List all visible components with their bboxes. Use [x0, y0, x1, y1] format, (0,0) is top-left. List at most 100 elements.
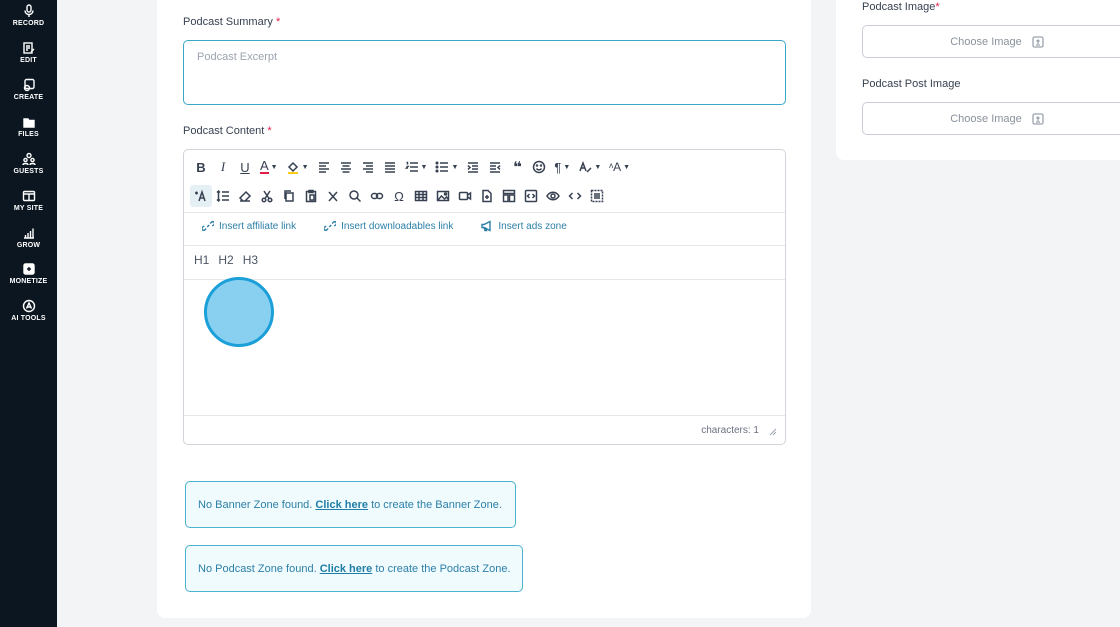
paragraph-icon: ¶ — [554, 159, 562, 175]
eraser-button[interactable] — [234, 185, 256, 207]
insert-affiliate-label: Insert affiliate link — [219, 220, 297, 232]
text-case-button[interactable]: ᶺA ▼ — [605, 156, 634, 178]
bullet-list-button[interactable]: ▼ — [431, 156, 462, 178]
line-height-icon — [216, 189, 229, 203]
podcast-notice-suffix: to create the Podcast Zone. — [375, 562, 511, 575]
copy-button[interactable] — [278, 185, 300, 207]
sidebar-item-files[interactable]: FILES — [0, 115, 57, 149]
paragraph-format-button[interactable]: ¶ ▼ — [550, 156, 574, 178]
link-button[interactable] — [366, 185, 388, 207]
find-button[interactable] — [344, 185, 366, 207]
h1-button[interactable]: H1 — [194, 253, 209, 267]
select-all-icon — [590, 189, 604, 203]
line-height-button[interactable] — [212, 185, 234, 207]
h3-button[interactable]: H3 — [243, 253, 258, 267]
embed-icon — [524, 189, 538, 203]
podcast-create-link[interactable]: Click here — [320, 563, 373, 575]
sidebar-item-monetize[interactable]: MONETIZE — [0, 262, 57, 296]
ordered-list-button[interactable]: ▼ — [401, 156, 432, 178]
align-justify-button[interactable] — [379, 156, 401, 178]
editor-content-area[interactable] — [184, 277, 785, 415]
bullet-list-icon — [435, 161, 449, 173]
outdent-button[interactable] — [484, 156, 506, 178]
resize-grip-icon[interactable] — [768, 427, 777, 436]
quote-button[interactable]: ❝ — [506, 156, 528, 178]
paste-button[interactable] — [300, 185, 322, 207]
content-label-text: Podcast Content — [183, 125, 265, 137]
insert-file-button[interactable] — [476, 185, 498, 207]
code-view-button[interactable] — [564, 185, 586, 207]
folder-icon — [22, 118, 35, 128]
image-button[interactable] — [432, 185, 454, 207]
special-char-button[interactable]: Ω — [388, 185, 410, 207]
sidebar-item-record[interactable]: RECORD — [0, 4, 57, 38]
status-divider — [184, 415, 785, 416]
font-color-icon: A — [260, 158, 269, 174]
video-icon — [458, 191, 472, 201]
podcast-image-label: Podcast Image* — [862, 1, 940, 13]
template-icon — [502, 189, 516, 203]
podcast-image-upload[interactable]: Choose Image — [862, 25, 1120, 58]
text-case-icon: ᶺA — [609, 160, 622, 174]
banner-notice-suffix: to create the Banner Zone. — [371, 498, 502, 511]
underline-button[interactable]: U — [234, 156, 256, 178]
highlight-color-button[interactable]: ▼ — [282, 156, 313, 178]
guests-icon — [21, 152, 36, 166]
font-size-icon — [579, 160, 592, 173]
create-icon — [23, 78, 35, 92]
sidebar-item-create[interactable]: CREATE — [0, 78, 57, 112]
sidebar-item-guests[interactable]: GUESTS — [0, 152, 57, 186]
omega-icon: Ω — [394, 188, 404, 204]
paste-icon — [305, 189, 317, 203]
summary-label: Podcast Summary * — [183, 16, 280, 28]
align-left-icon — [318, 162, 329, 173]
link-icon — [202, 221, 214, 231]
table-button[interactable] — [410, 185, 432, 207]
upload-icon — [1032, 112, 1044, 125]
banner-create-link[interactable]: Click here — [315, 499, 368, 511]
insert-ads-zone-button[interactable]: Insert ads zone — [481, 220, 567, 232]
choose-image-label: Choose Image — [950, 35, 1022, 48]
align-center-button[interactable] — [335, 156, 357, 178]
clear-format-active-button[interactable] — [190, 185, 212, 207]
sidebar-item-label: MY SITE — [13, 205, 44, 212]
ordered-list-icon — [404, 161, 418, 172]
align-right-button[interactable] — [357, 156, 379, 178]
template-button[interactable] — [498, 185, 520, 207]
sidebar-item-ai-tools[interactable]: AI TOOLS — [0, 299, 57, 333]
required-mark: * — [267, 125, 272, 137]
podcast-notice-text: No Podcast Zone found. — [198, 562, 317, 575]
select-all-button[interactable] — [586, 185, 608, 207]
font-color-button[interactable]: A ▼ — [256, 156, 282, 178]
bold-button[interactable]: B — [190, 156, 212, 178]
remove-format-button[interactable] — [322, 185, 344, 207]
h2-button[interactable]: H2 — [218, 253, 233, 267]
video-button[interactable] — [454, 185, 476, 207]
sidebar-item-label: EDIT — [20, 57, 37, 64]
sidebar-item-label: FILES — [18, 131, 39, 138]
podcast-post-image-upload[interactable]: Choose Image — [862, 102, 1120, 135]
align-right-icon — [362, 162, 373, 173]
sidebar-item-edit[interactable]: EDIT — [0, 41, 57, 75]
search-icon — [349, 190, 362, 203]
choose-image-label: Choose Image — [950, 112, 1022, 125]
font-size-button[interactable]: ▼ — [574, 156, 605, 178]
indent-button[interactable] — [462, 156, 484, 178]
sidebar-item-my-site[interactable]: MY SITE — [0, 189, 57, 223]
summary-textarea[interactable]: Podcast Excerpt — [183, 40, 786, 105]
mic-icon — [23, 4, 34, 17]
sidebar-item-grow[interactable]: GROW — [0, 226, 57, 260]
align-left-button[interactable] — [313, 156, 335, 178]
text-style-icon — [195, 189, 206, 202]
align-center-icon — [340, 162, 351, 173]
outdent-icon — [490, 162, 501, 173]
cut-button[interactable] — [256, 185, 278, 207]
insert-downloadables-link-button[interactable]: Insert downloadables link — [324, 220, 453, 232]
upload-icon — [1032, 35, 1044, 48]
embed-button[interactable] — [520, 185, 542, 207]
emoji-button[interactable] — [528, 156, 550, 178]
italic-button[interactable]: I — [212, 156, 234, 178]
eye-icon — [546, 191, 560, 201]
preview-button[interactable] — [542, 185, 564, 207]
insert-affiliate-link-button[interactable]: Insert affiliate link — [202, 220, 296, 232]
